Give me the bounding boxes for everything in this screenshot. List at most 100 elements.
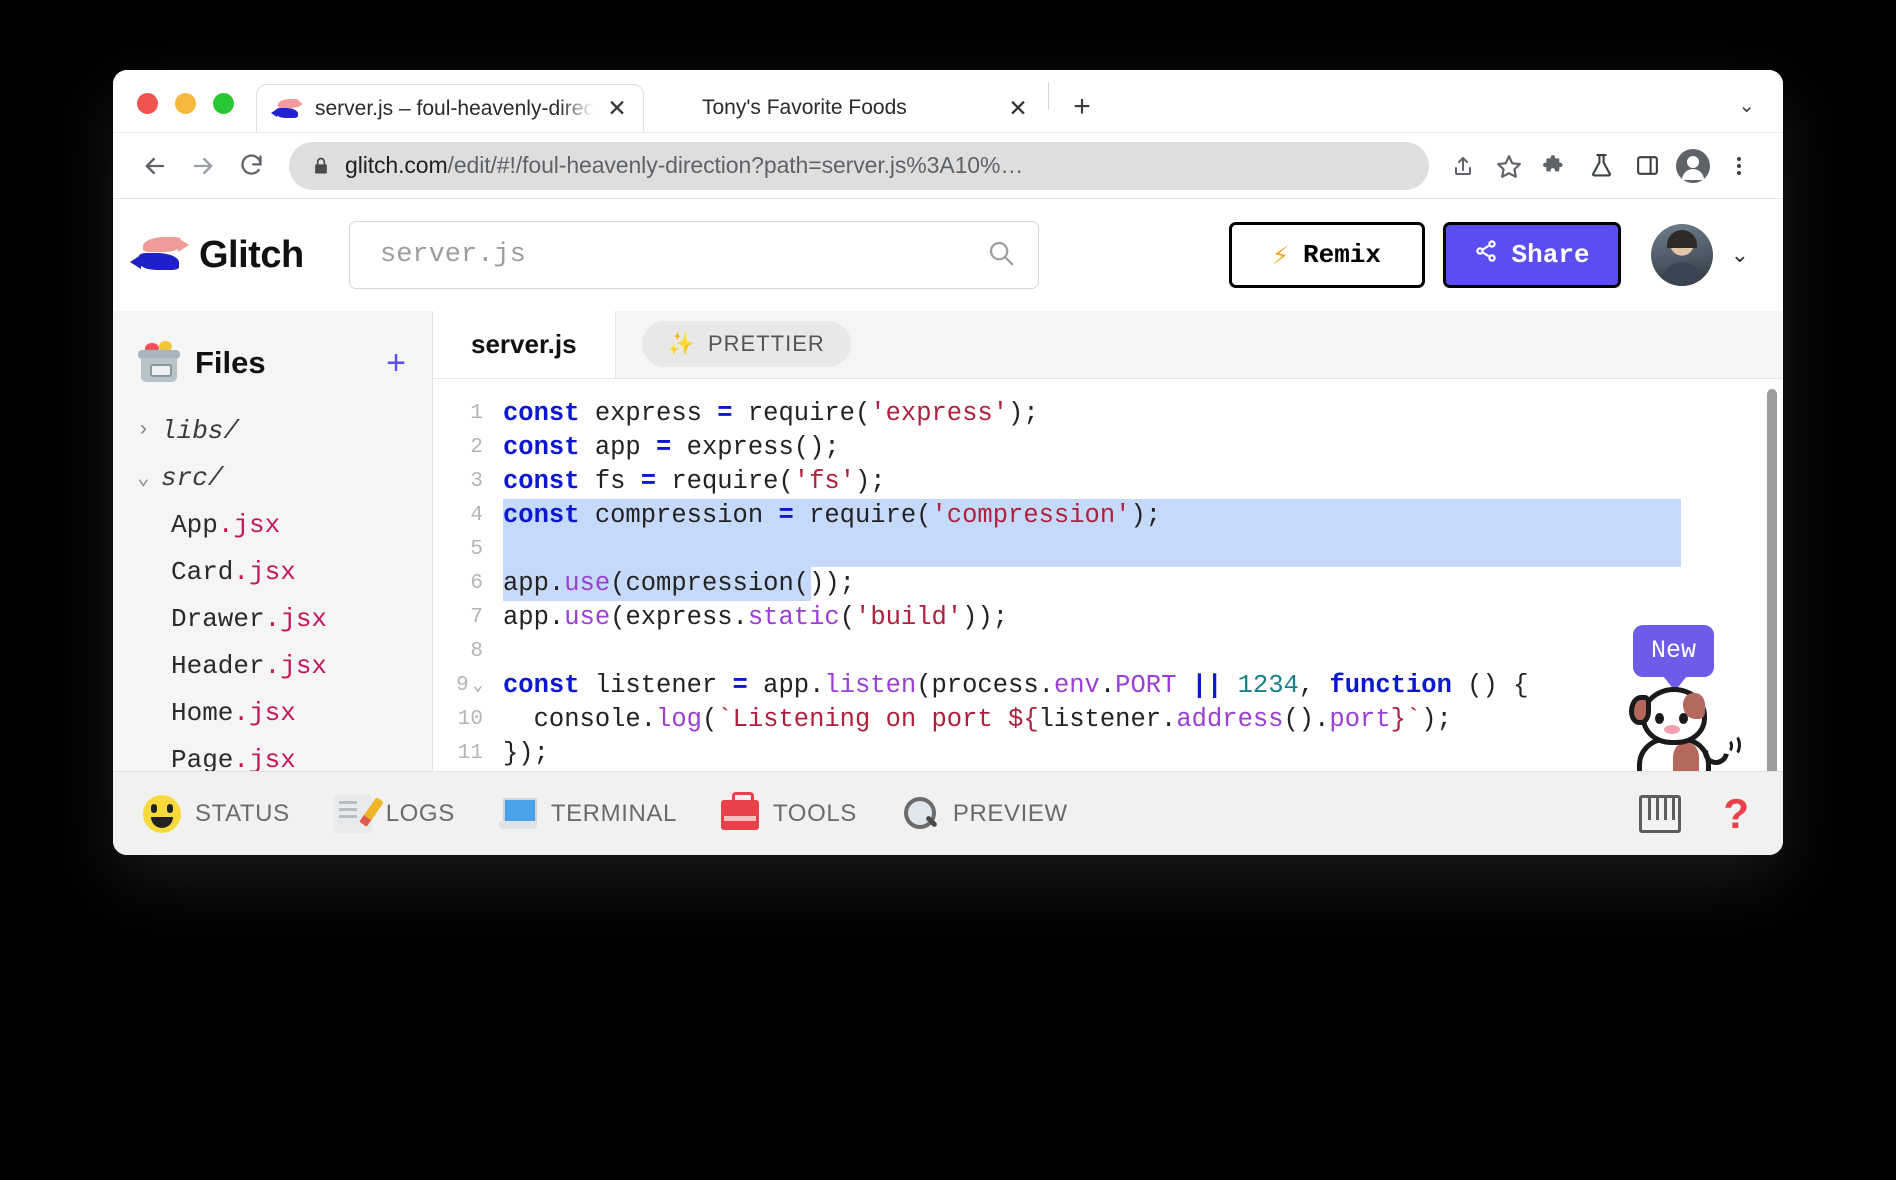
new-tab-button[interactable]: + bbox=[1059, 84, 1105, 130]
files-header: Files + bbox=[113, 331, 432, 395]
laptop-icon bbox=[498, 795, 537, 833]
reload-icon[interactable] bbox=[227, 142, 275, 190]
side-panel-icon[interactable] bbox=[1625, 144, 1669, 188]
remix-button[interactable]: ⚡ Remix bbox=[1228, 222, 1425, 288]
line-number: 10 bbox=[457, 707, 483, 731]
bookmark-star-icon[interactable] bbox=[1487, 144, 1531, 188]
glitch-wordmark: Glitch bbox=[199, 233, 304, 276]
labs-flask-icon[interactable] bbox=[1579, 144, 1623, 188]
maximize-window-button[interactable] bbox=[213, 93, 234, 114]
fold-caret-icon[interactable]: ⌄ bbox=[473, 677, 483, 696]
browser-window: server.js – foul-heavenly-direction ✕ To… bbox=[113, 70, 1783, 855]
preview-button[interactable]: PREVIEW bbox=[901, 795, 1068, 833]
search-input[interactable] bbox=[380, 240, 986, 270]
chevron-down-icon: ⌄ bbox=[137, 467, 150, 491]
files-sidebar: Files + › libs/ ⌄ src/ App .jsx Card .js… bbox=[113, 311, 433, 822]
terminal-button[interactable]: TERMINAL bbox=[498, 795, 677, 833]
code-line-text: const app = express(); bbox=[503, 432, 840, 462]
glitch-logo[interactable]: Glitch bbox=[130, 233, 349, 277]
browser-tab-tonys-favorite-foods[interactable]: Tony's Favorite Foods ✕ bbox=[644, 84, 1044, 132]
folder-src[interactable]: ⌄ src/ bbox=[113, 454, 432, 501]
help-question-icon[interactable]: ? bbox=[1723, 790, 1749, 838]
magnifying-glass-icon bbox=[901, 795, 939, 833]
share-nodes-icon bbox=[1474, 239, 1498, 271]
project-search-box[interactable] bbox=[349, 221, 1039, 289]
file-basename: Drawer bbox=[171, 603, 265, 634]
file-basename: Page bbox=[171, 744, 234, 775]
file-extension: .jsx bbox=[264, 650, 328, 681]
screenshot-root: server.js – foul-heavenly-direction ✕ To… bbox=[0, 0, 1896, 1180]
chevron-right-icon: › bbox=[137, 419, 150, 442]
file-basename: Home bbox=[171, 697, 234, 728]
extensions-puzzle-icon[interactable] bbox=[1533, 144, 1577, 188]
keyboard-shortcuts-icon[interactable] bbox=[1639, 794, 1682, 833]
file-extension: .jsx bbox=[233, 556, 296, 587]
file-item[interactable]: Header .jsx bbox=[113, 642, 432, 689]
line-number: 6 bbox=[470, 571, 483, 595]
add-file-button[interactable]: + bbox=[386, 346, 406, 380]
new-badge: New bbox=[1633, 625, 1715, 691]
search-icon[interactable] bbox=[986, 238, 1016, 273]
code-line: 7 app.use(express.static('build')); bbox=[433, 601, 1783, 635]
lightning-bolt-icon: ⚡ bbox=[1272, 241, 1289, 273]
chevron-down-icon[interactable]: ⌄ bbox=[1731, 242, 1749, 268]
address-bar[interactable]: glitch.com/edit/#!/foul-heavenly-directi… bbox=[289, 141, 1429, 190]
line-number: 4 bbox=[470, 503, 483, 527]
share-icon[interactable] bbox=[1441, 144, 1485, 188]
folder-label: libs/ bbox=[161, 415, 240, 446]
code-line-text: const compression = require('compression… bbox=[503, 500, 1162, 530]
toolbox-icon bbox=[720, 792, 759, 830]
file-basename: App bbox=[171, 509, 218, 540]
share-button-label: Share bbox=[1511, 240, 1590, 270]
back-icon[interactable] bbox=[131, 142, 179, 190]
close-tab-icon[interactable]: ✕ bbox=[603, 95, 631, 123]
tools-button[interactable]: TOOLS bbox=[720, 792, 857, 830]
tab-title: server.js – foul-heavenly-direction bbox=[315, 96, 593, 120]
preview-label: PREVIEW bbox=[952, 799, 1068, 827]
close-tab-icon[interactable]: ✕ bbox=[1004, 94, 1032, 122]
file-item[interactable]: Drawer .jsx bbox=[113, 595, 432, 642]
window-controls bbox=[131, 93, 234, 132]
sparkles-icon: ✨ bbox=[667, 331, 696, 357]
share-button[interactable]: Share bbox=[1442, 222, 1621, 288]
file-item[interactable]: Card .jsx bbox=[113, 548, 432, 595]
glitch-body: Files + › libs/ ⌄ src/ App .jsx Card .js… bbox=[113, 311, 1783, 822]
browser-tab-server-js[interactable]: server.js – foul-heavenly-direction ✕ bbox=[256, 84, 644, 132]
user-avatar[interactable] bbox=[1650, 224, 1713, 286]
prettier-button[interactable]: ✨ PRETTIER bbox=[641, 321, 851, 368]
helper-mascot[interactable]: New bbox=[1629, 625, 1749, 771]
editor-tab-server-js[interactable]: server.js bbox=[433, 311, 616, 378]
code-line: 9 ⌄ const listener = app.listen(process.e… bbox=[433, 669, 1783, 703]
three-dot-menu-icon[interactable] bbox=[1717, 144, 1761, 188]
status-button[interactable]: STATUS bbox=[143, 794, 290, 833]
forward-icon[interactable] bbox=[179, 142, 227, 190]
glitch-app: Glitch ⚡ Remix Share bbox=[113, 198, 1783, 855]
code-line: 11 }); bbox=[433, 737, 1783, 771]
logs-button[interactable]: LOGS bbox=[333, 794, 455, 833]
code-area[interactable]: 1 const express = require('express'); 2 … bbox=[433, 379, 1783, 771]
code-line: 1 const express = require('express'); bbox=[433, 397, 1783, 431]
editor-scrollbar[interactable] bbox=[1767, 388, 1777, 771]
editor-tabs: server.js ✨ PRETTIER bbox=[433, 311, 1783, 379]
code-line-text: app.use(compression()); bbox=[503, 568, 855, 598]
code-line-text: const listener = app.listen(process.env.… bbox=[503, 670, 1529, 700]
code-line-text: const express = require('express'); bbox=[503, 398, 1039, 428]
selection-highlight bbox=[503, 532, 1681, 567]
glitch-fish-logo-icon bbox=[130, 235, 193, 275]
bottom-toolbar: STATUS LOGS TERMINAL TOOLS PREVIEW ? bbox=[113, 771, 1783, 855]
omnibox-row: glitch.com/edit/#!/foul-heavenly-directi… bbox=[113, 132, 1783, 198]
code-line: 10 console.log(`Listening on port ${list… bbox=[433, 703, 1783, 737]
file-extension: .jsx bbox=[217, 509, 281, 540]
file-item[interactable]: Home .jsx bbox=[113, 689, 432, 736]
close-window-button[interactable] bbox=[137, 93, 158, 114]
minimize-window-button[interactable] bbox=[175, 93, 196, 114]
glitch-fish-icon bbox=[271, 98, 303, 120]
chevron-down-icon[interactable]: ⌄ bbox=[1738, 93, 1755, 118]
folder-libs[interactable]: › libs/ bbox=[113, 407, 432, 454]
code-editor-pane: server.js ✨ PRETTIER 1 const express = r… bbox=[433, 311, 1783, 771]
tab-title: Tony's Favorite Foods bbox=[702, 96, 907, 119]
prettier-label: PRETTIER bbox=[707, 331, 825, 357]
code-line-selected: 5 bbox=[433, 532, 1783, 567]
file-item[interactable]: App .jsx bbox=[113, 501, 432, 548]
profile-avatar-icon[interactable] bbox=[1671, 144, 1715, 188]
